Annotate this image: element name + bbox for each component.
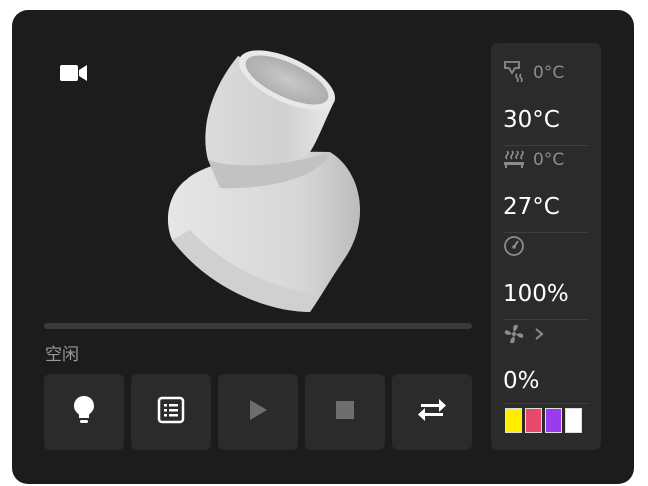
fan-row[interactable] [503, 324, 545, 348]
speedometer-icon [503, 235, 525, 262]
filament-swatch[interactable] [565, 408, 582, 433]
filament-swatch[interactable] [505, 408, 522, 433]
filament-swatch[interactable] [545, 408, 562, 433]
speed-row[interactable] [503, 235, 525, 262]
speed-value: 100% [503, 281, 569, 307]
light-button[interactable] [44, 374, 124, 450]
printer-card: 空闲 0°C 30°C 0°C 27°C 100% 0% [12, 10, 634, 484]
bed-target-temp: 0°C [533, 150, 565, 170]
chevron-right-icon [533, 326, 545, 346]
model-preview [150, 40, 370, 315]
print-progress-bar [44, 323, 472, 329]
heated-bed-icon [503, 147, 525, 174]
bed-current-temp: 27°C [503, 194, 560, 220]
list-icon [157, 396, 185, 428]
camera-icon[interactable] [60, 64, 88, 82]
fan-icon [503, 323, 525, 350]
lightbulb-icon [73, 395, 95, 429]
divider [503, 319, 589, 320]
divider [503, 403, 589, 404]
nozzle-current-temp: 30°C [503, 107, 560, 133]
stop-icon [335, 400, 355, 424]
printer-status: 空闲 [45, 345, 79, 365]
swap-button[interactable] [392, 374, 472, 450]
filament-swatch[interactable] [525, 408, 542, 433]
nozzle-row[interactable]: 0°C [503, 60, 565, 87]
play-button[interactable] [218, 374, 298, 450]
bed-row[interactable]: 0°C [503, 148, 564, 172]
swap-icon [417, 398, 447, 426]
play-icon [248, 399, 268, 425]
nozzle-target-temp: 0°C [533, 63, 565, 83]
status-panel: 0°C 30°C 0°C 27°C 100% 0% [491, 43, 601, 450]
filament-swatches[interactable] [505, 408, 582, 433]
stop-button[interactable] [305, 374, 385, 450]
files-button[interactable] [131, 374, 211, 450]
divider [503, 232, 589, 233]
nozzle-icon [503, 60, 525, 87]
fan-value: 0% [503, 368, 540, 394]
